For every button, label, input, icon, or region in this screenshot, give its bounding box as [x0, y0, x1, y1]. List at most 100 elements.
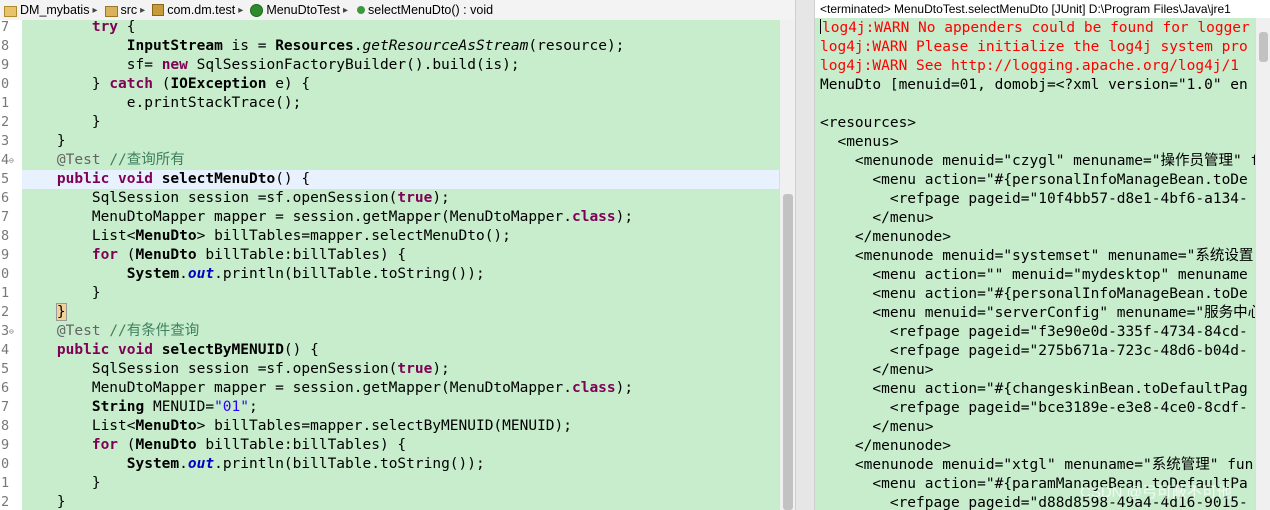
breadcrumb-class[interactable]: MenuDtoTest	[246, 3, 340, 17]
line-number: 5	[1, 171, 10, 187]
chevron-right-icon: ▸	[140, 4, 146, 16]
code-line: }	[22, 475, 101, 491]
package-icon	[152, 4, 165, 16]
line-number-gutter: 7 8 9 0 1 2 3 4 ⊖ 5 6 7 8 9 0 1 2 3 ⊖ 4 …	[0, 19, 22, 510]
console-line: </menunode>	[820, 438, 951, 454]
chevron-right-icon: ▸	[238, 4, 244, 16]
line-number: 7	[1, 19, 10, 35]
breadcrumb-src[interactable]: src	[101, 3, 137, 17]
line-number: 9	[1, 437, 10, 453]
console-line: <menu action="" menuid="mydesktop" menun…	[820, 267, 1248, 283]
code-line: for (MenuDto billTable:billTables) {	[91, 247, 407, 263]
code-line: }	[22, 285, 101, 301]
watermark: CSDN @弓可蔽不可他	[1080, 484, 1232, 501]
line-number: 1	[1, 95, 10, 111]
breadcrumb-method[interactable]: selectMenuDto() : void	[351, 3, 493, 17]
code-line: SqlSession session =sf.openSession(true)…	[22, 361, 450, 377]
console-line: <menunode menuid="czygl" menuname="操作员管理…	[820, 153, 1260, 169]
line-number: 0	[1, 76, 10, 92]
line-number: 1	[1, 475, 10, 491]
console-line: </menu>	[820, 362, 934, 378]
console-line: </menu>	[820, 419, 934, 435]
project-folder-icon	[4, 5, 17, 17]
breadcrumb-project[interactable]: DM_mybatis	[0, 3, 89, 17]
line-number: 0	[1, 456, 10, 472]
line-number: 6	[1, 380, 10, 396]
line-number: 9	[1, 247, 10, 263]
console-line: <refpage pageid="275b671a-723c-48d6-b04d…	[820, 343, 1248, 359]
code-line-current: public void selectMenuDto() {	[22, 170, 779, 189]
code-comment: //有条件查询	[109, 323, 200, 339]
console-line: <refpage pageid="bce3189e-e3e8-4ce0-8cdf…	[820, 400, 1248, 416]
console-line: <menu menuid="serverConfig" menuname="服务…	[820, 305, 1263, 321]
console-line: log4j:WARN No appenders could be found f…	[820, 19, 1250, 36]
code-line: for (MenuDto billTable:billTables) {	[91, 437, 407, 453]
line-number: 3	[1, 133, 10, 149]
console-vertical-scrollbar[interactable]	[1255, 18, 1270, 510]
line-number: 1	[1, 285, 10, 301]
line-number: 0	[1, 266, 10, 282]
code-line: }	[22, 114, 101, 130]
code-line: e.printStackTrace();	[22, 95, 302, 111]
class-icon	[250, 3, 264, 17]
code-line: MenuDtoMapper mapper = session.getMapper…	[22, 209, 634, 225]
code-line: }	[22, 494, 66, 510]
code-line: @Test //查询所有	[56, 152, 185, 168]
console-line: <refpage pageid="f3e90e0d-335f-4734-84cd…	[820, 324, 1248, 340]
code-line: List<MenuDto> billTables=mapper.selectMe…	[22, 228, 511, 244]
code-line: System.out.println(billTable.toString())…	[126, 456, 485, 472]
source-folder-icon	[104, 5, 118, 17]
console-line: <menu action="#{personalInfoManageBean.t…	[820, 172, 1248, 188]
fold-toggle-icon[interactable]: ⊖	[9, 322, 14, 341]
code-line: } catch (IOException e) {	[22, 76, 311, 92]
code-line: public void selectByMENUID() {	[56, 342, 319, 358]
line-number: 8	[1, 38, 10, 54]
console-line: log4j:WARN Please initialize the log4j s…	[820, 39, 1248, 55]
line-number: 7	[1, 399, 10, 415]
line-number: 8	[1, 228, 10, 244]
line-number: 2	[1, 114, 10, 130]
line-number: 8	[1, 418, 10, 434]
text-caret	[820, 19, 821, 34]
pane-splitter[interactable]	[795, 0, 815, 510]
console-line: <menus>	[820, 134, 899, 150]
code-line: sf= new SqlSessionFactoryBuilder().build…	[22, 57, 520, 73]
fold-toggle-icon[interactable]: ⊖	[9, 151, 14, 170]
editor-scrollbar-thumb[interactable]	[783, 194, 793, 510]
editor-vertical-scrollbar[interactable]	[779, 20, 795, 510]
string-literal: "01"	[214, 399, 249, 415]
console-line: <menunode menuid="systemset" menuname="系…	[820, 248, 1254, 264]
code-line: MenuDtoMapper mapper = session.getMapper…	[22, 380, 634, 396]
code-line: InputStream is = Resources.getResourceAs…	[126, 38, 625, 54]
method-icon	[357, 6, 365, 14]
line-number: 7	[1, 209, 10, 225]
console-line: MenuDto [menuid=01, domobj=<?xml version…	[820, 77, 1248, 93]
console-scrollbar-thumb[interactable]	[1259, 32, 1268, 62]
console-line: <refpage pageid="10f4bb57-d8e1-4bf6-a134…	[820, 191, 1248, 207]
line-number: 4	[1, 342, 10, 358]
console-line: log4j:WARN See http://logging.apache.org…	[820, 58, 1240, 74]
code-line: }	[22, 133, 66, 149]
line-number: 5	[1, 361, 10, 377]
console-launch-title: <terminated> MenuDtoTest.selectMenuDto […	[815, 0, 1270, 18]
console-line: </menunode>	[820, 229, 951, 245]
console-line: <menu action="#{personalInfoManageBean.t…	[820, 286, 1248, 302]
code-line: System.out.println(billTable.toString())…	[126, 266, 485, 282]
console-line: <menu action="#{changeskinBean.toDefault…	[820, 381, 1248, 397]
code-line: try {	[91, 19, 136, 35]
code-line: List<MenuDto> billTables=mapper.selectBy…	[22, 418, 572, 434]
line-number: 2	[1, 494, 10, 510]
console-output[interactable]: log4j:WARN No appenders could be found f…	[815, 18, 1262, 510]
code-editor[interactable]: try { InputStream is = Resources.getReso…	[22, 19, 779, 510]
line-number: 9	[1, 57, 10, 73]
line-number: 2	[1, 304, 10, 320]
breadcrumb-package[interactable]: com.dm.test	[148, 3, 235, 17]
console-line: <resources>	[820, 115, 917, 131]
console-line: </menu>	[820, 210, 934, 226]
line-number: 6	[1, 190, 10, 206]
console-pane: <terminated> MenuDtoTest.selectMenuDto […	[815, 0, 1270, 510]
code-comment: //查询所有	[109, 152, 185, 168]
console-line: <menunode menuid="xtgl" menuname="系统管理" …	[820, 457, 1254, 473]
code-line: SqlSession session =sf.openSession(true)…	[22, 190, 450, 206]
code-line: String MENUID="01";	[91, 399, 258, 415]
